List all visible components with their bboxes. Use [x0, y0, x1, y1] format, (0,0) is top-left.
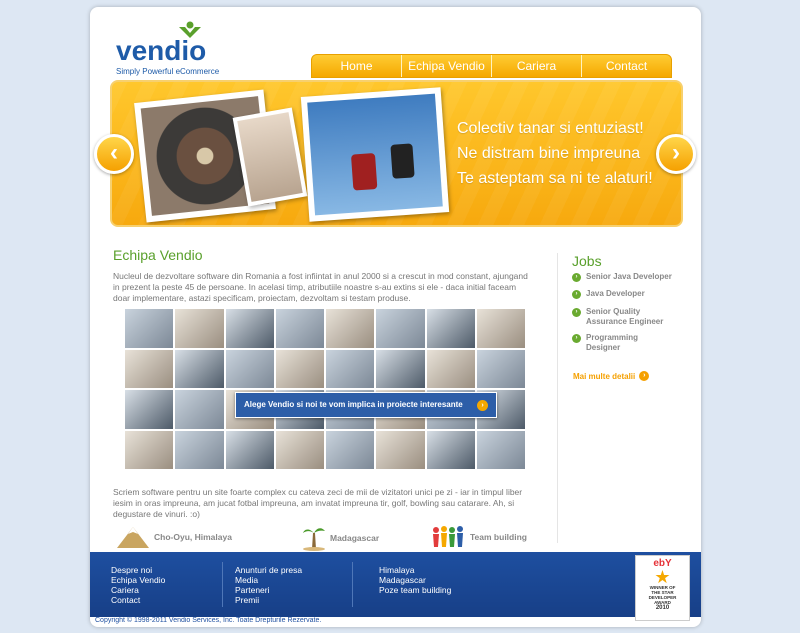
cta-label: Alege Vendio si noi te vom implica in pr… — [244, 400, 463, 409]
logo-tagline: Simply Powerful eCommerce — [116, 67, 220, 76]
column-divider — [557, 253, 558, 543]
collage-tile — [175, 390, 224, 429]
collage-tile — [175, 309, 224, 348]
job-label: Programming Designer — [586, 333, 639, 352]
feature-label: Team building — [470, 532, 527, 542]
footer-link-media[interactable]: Media — [235, 575, 302, 585]
collage-tile — [476, 309, 525, 348]
collage-tile — [225, 349, 274, 388]
feature-label: Madagascar — [330, 533, 380, 543]
team-photo-collage — [125, 309, 525, 469]
arrow-bullet-icon: › — [572, 334, 581, 343]
arrow-bullet-icon: › — [572, 308, 581, 317]
collage-tile — [326, 309, 375, 348]
join-vendio-cta-button[interactable]: Alege Vendio si noi te vom implica in pr… — [235, 392, 497, 418]
collage-tile — [125, 309, 174, 348]
collage-tile — [125, 430, 174, 469]
slogan-line-3: Te asteptam sa ni te alaturi! — [457, 170, 653, 187]
arrow-bullet-icon: › — [572, 273, 581, 282]
footer-link-premii[interactable]: Premii — [235, 595, 302, 605]
more-details-link[interactable]: Mai multe detalii › — [573, 371, 650, 381]
collage-tile — [426, 430, 475, 469]
footer-divider — [352, 562, 353, 607]
collage-tile — [225, 430, 274, 469]
collage-tile — [326, 349, 375, 388]
collage-tile — [476, 430, 525, 469]
feature-team-building-link[interactable]: Team building — [430, 525, 527, 549]
nav-contact[interactable]: Contact — [582, 55, 671, 77]
vendio-logo[interactable]: vendio Simply Powerful eCommerce — [116, 21, 236, 76]
footer-link-poze-team-building[interactable]: Poze team building — [379, 585, 451, 595]
more-details-label: Mai multe detalii — [573, 371, 636, 381]
banner-prev-arrow-icon[interactable]: ‹ — [94, 134, 134, 174]
footer-link-cariera[interactable]: Cariera — [111, 585, 165, 595]
job-link[interactable]: › Senior Quality Assurance Engineer — [572, 307, 682, 327]
description-text: Scriem software pentru un site foarte co… — [113, 487, 523, 519]
team-people-icon — [433, 526, 463, 547]
nav-home[interactable]: Home — [312, 55, 402, 77]
footer-divider — [222, 562, 223, 607]
job-label: Senior Java Developer — [586, 272, 672, 281]
collage-tile — [125, 349, 174, 388]
footer-link-himalaya[interactable]: Himalaya — [379, 565, 451, 575]
collage-tile — [275, 430, 324, 469]
job-label: Senior Quality Assurance Engineer — [586, 307, 664, 326]
collage-tile — [476, 349, 525, 388]
collage-tile — [326, 430, 375, 469]
arrow-bullet-icon: › — [572, 290, 581, 299]
footer-column-2: Anunturi de presa Media Parteneri Premii — [235, 565, 302, 605]
collage-tile — [225, 309, 274, 348]
hero-banner: Colectiv tanar si entuziast! Ne distram … — [110, 80, 683, 227]
job-link[interactable]: › Senior Java Developer — [572, 272, 672, 282]
collage-tile — [275, 349, 324, 388]
job-link[interactable]: › Java Developer — [572, 289, 645, 299]
banner-photo-climbing — [300, 87, 450, 222]
star-icon: ★ — [654, 567, 671, 587]
palm-tree-icon — [303, 528, 325, 551]
copyright-text: Copyright © 1998-2011 Vendio Services, I… — [95, 617, 322, 624]
nav-cariera[interactable]: Cariera — [492, 55, 582, 77]
footer: Despre noi Echipa Vendio Cariera Contact… — [90, 552, 701, 621]
collage-tile — [376, 309, 425, 348]
arrow-right-icon: › — [477, 400, 488, 411]
collage-tile — [275, 309, 324, 348]
collage-tile — [376, 349, 425, 388]
job-link[interactable]: › Programming Designer — [572, 333, 667, 353]
slogan-line-1: Colectiv tanar si entuziast! — [457, 120, 644, 137]
collage-tile — [426, 309, 475, 348]
feature-madagascar-link[interactable]: Madagascar — [302, 525, 379, 551]
page-container: vendio Simply Powerful eCommerce Home Ec… — [90, 7, 701, 627]
collage-tile — [175, 430, 224, 469]
collage-tile — [175, 349, 224, 388]
banner-slogan: Colectiv tanar si entuziast! Ne distram … — [457, 116, 653, 191]
ebay-star-developer-award-badge[interactable]: ebY ★ WINNER OF THE STAR DEVELOPER AWARD… — [635, 555, 690, 621]
footer-column-1: Despre noi Echipa Vendio Cariera Contact — [111, 565, 165, 605]
footer-column-3: Himalaya Madagascar Poze team building — [379, 565, 451, 595]
mountain-icon — [117, 527, 149, 548]
jobs-title: Jobs — [572, 253, 602, 269]
award-line: 2010 — [655, 605, 670, 611]
collage-tile — [376, 430, 425, 469]
section-title: Echipa Vendio — [113, 247, 203, 263]
footer-link-echipa-vendio[interactable]: Echipa Vendio — [111, 575, 165, 585]
footer-link-despre-noi[interactable]: Despre noi — [111, 565, 165, 575]
collage-tile — [125, 390, 174, 429]
nav-echipa-vendio[interactable]: Echipa Vendio — [402, 55, 492, 77]
main-nav: Home Echipa Vendio Cariera Contact — [311, 54, 672, 78]
footer-link-anunturi[interactable]: Anunturi de presa — [235, 565, 302, 575]
banner-next-arrow-icon[interactable]: › — [656, 134, 696, 174]
footer-link-contact[interactable]: Contact — [111, 595, 165, 605]
footer-link-madagascar[interactable]: Madagascar — [379, 575, 451, 585]
footer-link-parteneri[interactable]: Parteneri — [235, 585, 302, 595]
collage-tile — [426, 349, 475, 388]
job-label: Java Developer — [586, 289, 645, 298]
slogan-line-2: Ne distram bine impreuna — [457, 145, 641, 162]
arrow-right-icon: › — [639, 371, 650, 381]
logo-wordmark: vendio — [116, 35, 207, 66]
feature-himalaya-link[interactable]: Cho-Oyu, Himalaya — [116, 525, 232, 549]
feature-label: Cho-Oyu, Himalaya — [154, 532, 232, 542]
intro-text: Nucleul de dezvoltare software din Roman… — [113, 271, 528, 303]
